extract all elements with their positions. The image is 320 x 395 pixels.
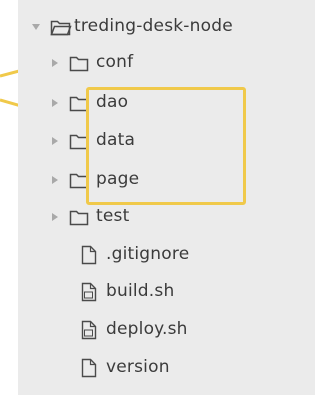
tree-item-test[interactable]: test xyxy=(18,200,315,234)
folder-open-icon xyxy=(50,18,72,36)
tree-item-conf[interactable]: conf xyxy=(18,46,315,80)
tree-item-label: version xyxy=(106,357,170,377)
tree-item-build-sh[interactable]: build.sh xyxy=(18,275,315,309)
tree-item-label: conf xyxy=(96,52,134,72)
expand-arrow-icon[interactable] xyxy=(52,213,58,221)
tree-item-deploy-sh[interactable]: deploy.sh xyxy=(18,313,315,347)
file-icon xyxy=(81,358,97,378)
expand-arrow-icon[interactable] xyxy=(52,59,58,67)
tree-item-gitignore[interactable]: .gitignore xyxy=(18,238,315,272)
tree-item-label: .gitignore xyxy=(106,244,190,264)
expand-arrow-icon[interactable] xyxy=(52,176,58,184)
file-icon xyxy=(81,245,97,265)
script-file-icon xyxy=(81,282,97,302)
tree-root-label: treding-desk-node xyxy=(74,16,233,36)
folder-icon xyxy=(69,208,89,226)
tree-item-label: test xyxy=(96,206,130,226)
expand-arrow-icon[interactable] xyxy=(52,137,58,145)
tree-item-label: deploy.sh xyxy=(106,319,188,339)
file-tree-panel: treding-desk-node conf dao data page tes… xyxy=(18,0,315,395)
highlight-box xyxy=(86,87,246,205)
tree-item-version[interactable]: version xyxy=(18,351,315,385)
expand-arrow-icon[interactable] xyxy=(52,99,58,107)
script-file-icon xyxy=(81,320,97,340)
tree-item-label: build.sh xyxy=(106,281,175,301)
folder-icon xyxy=(69,54,89,72)
expand-arrow-icon[interactable] xyxy=(32,24,40,30)
tree-root-row[interactable]: treding-desk-node xyxy=(18,10,315,44)
